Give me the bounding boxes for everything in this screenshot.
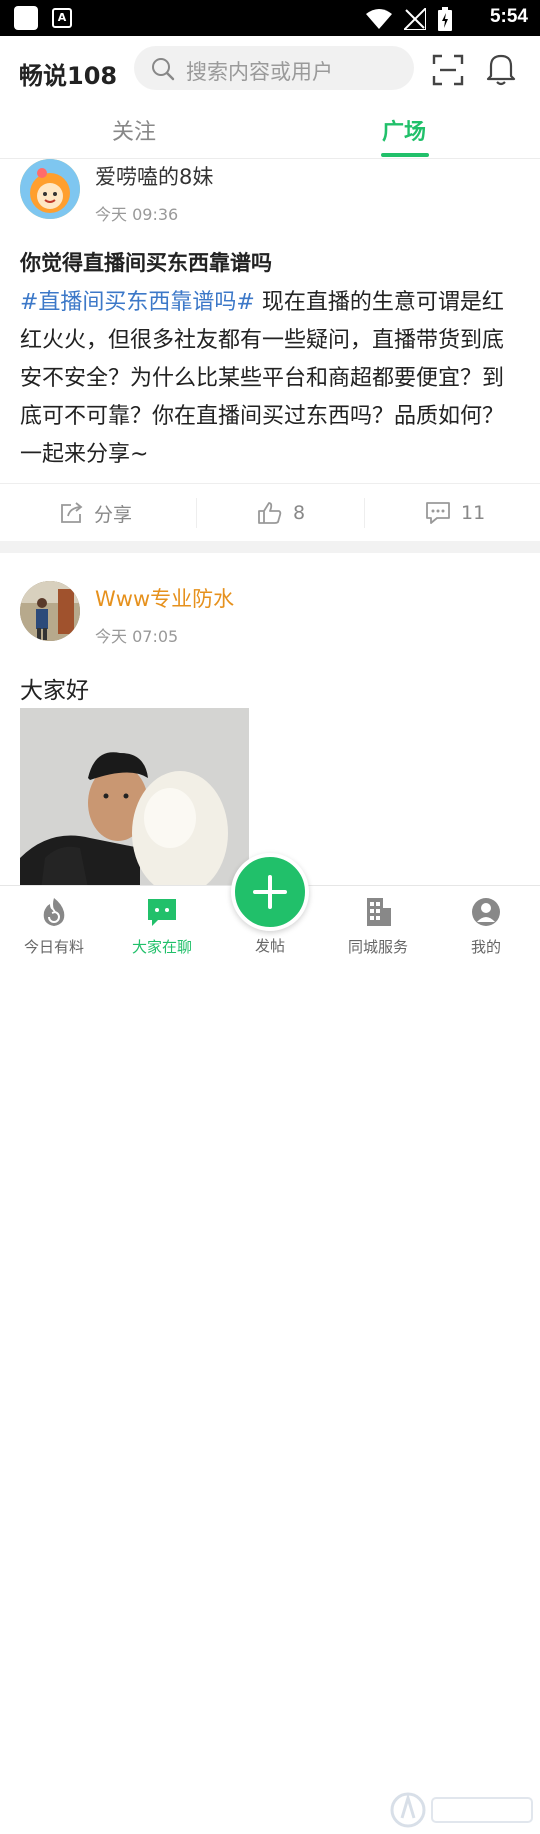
comment-icon <box>426 502 450 524</box>
status-bar: A 5:54 <box>0 0 540 36</box>
active-tab-indicator <box>381 153 429 157</box>
feed-tabs: 关注 广场 <box>0 106 540 159</box>
post-photo[interactable] <box>20 708 249 885</box>
search-input[interactable]: 搜索内容或用户 <box>134 46 414 90</box>
watermark-logo <box>390 1792 533 1828</box>
like-button[interactable]: 8 <box>257 484 305 542</box>
post-username[interactable]: Www专业防水 <box>95 583 234 613</box>
share-label: 分享 <box>94 503 133 526</box>
comment-button[interactable]: 11 <box>425 484 485 542</box>
post-text[interactable]: 大家好 <box>20 671 89 705</box>
cartoon-avatar-icon <box>20 159 80 219</box>
post-body[interactable]: #直播间买东西靠谱吗# 现在直播的生意可谓是红红火火，但很多社友都有一些疑问，直… <box>20 284 525 474</box>
post-time: 今天 09:36 <box>95 205 179 224</box>
divider <box>196 498 197 528</box>
post-text: 现在直播的生意可谓是红红火火，但很多社友都有一些疑问，直播带货到底安不安全？为什… <box>20 290 505 467</box>
tab-follow[interactable]: 关注 <box>112 114 156 146</box>
new-post-button[interactable] <box>231 853 309 931</box>
profile-icon <box>472 898 500 926</box>
nav-label: 大家在聊 <box>131 938 192 956</box>
nav-today[interactable]: 今日有料 <box>0 886 108 961</box>
share-icon <box>61 502 83 523</box>
status-icons <box>366 7 452 31</box>
status-time: 5:54 <box>489 6 528 27</box>
avatar[interactable] <box>20 159 80 219</box>
avatar[interactable] <box>20 581 80 641</box>
comment-count: 11 <box>461 502 486 524</box>
tab-plaza[interactable]: 广场 <box>382 114 426 146</box>
battery-icon <box>438 7 452 31</box>
a-app-icon: A <box>52 8 72 28</box>
post-actions: 分享 8 11 <box>0 483 540 541</box>
search-icon <box>152 58 175 81</box>
chat-bubble-icon <box>148 899 176 926</box>
nav-profile[interactable]: 我的 <box>432 886 540 961</box>
signal-icon <box>404 8 426 30</box>
post-separator <box>0 541 540 553</box>
notification-app-icon <box>14 6 38 30</box>
post-title[interactable]: 你觉得直播间买东西靠谱吗 <box>20 247 272 277</box>
nav-label: 今日有料 <box>23 938 84 956</box>
new-post-label[interactable]: 发帖 <box>216 935 324 956</box>
post-image <box>20 708 249 885</box>
share-button[interactable]: 分享 <box>60 484 132 542</box>
post-feed[interactable]: 爱唠嗑的8妹 今天 09:36 你觉得直播间买东西靠谱吗 #直播间买东西靠谱吗#… <box>0 159 540 885</box>
nav-label: 同城服务 <box>347 938 408 956</box>
bell-icon[interactable] <box>485 52 517 86</box>
post-username[interactable]: 爱唠嗑的8妹 <box>95 161 213 191</box>
post-time: 今天 07:05 <box>95 627 179 646</box>
post-card[interactable]: Www专业防水 今天 07:05 大家好 <box>0 581 540 885</box>
flame-refresh-icon <box>43 898 65 926</box>
nav-chat[interactable]: 大家在聊 <box>108 886 216 961</box>
app-header: 畅说108 搜索内容或用户 <box>0 36 540 106</box>
nav-city[interactable]: 同城服务 <box>324 886 432 961</box>
post-card[interactable]: 爱唠嗑的8妹 今天 09:36 你觉得直播间买东西靠谱吗 #直播间买东西靠谱吗#… <box>0 159 540 542</box>
scan-icon[interactable] <box>432 54 464 86</box>
app-title: 畅说108 <box>19 62 118 90</box>
nav-label: 我的 <box>470 938 501 956</box>
thumbs-up-icon <box>258 502 282 524</box>
plus-icon <box>253 875 287 909</box>
search-placeholder: 搜索内容或用户 <box>186 60 333 84</box>
building-icon <box>367 898 391 926</box>
like-count: 8 <box>293 502 306 524</box>
post-hashtag[interactable]: #直播间买东西靠谱吗# <box>20 290 255 315</box>
divider <box>364 498 365 528</box>
photo-avatar-icon <box>20 581 80 641</box>
wifi-icon <box>366 9 392 29</box>
